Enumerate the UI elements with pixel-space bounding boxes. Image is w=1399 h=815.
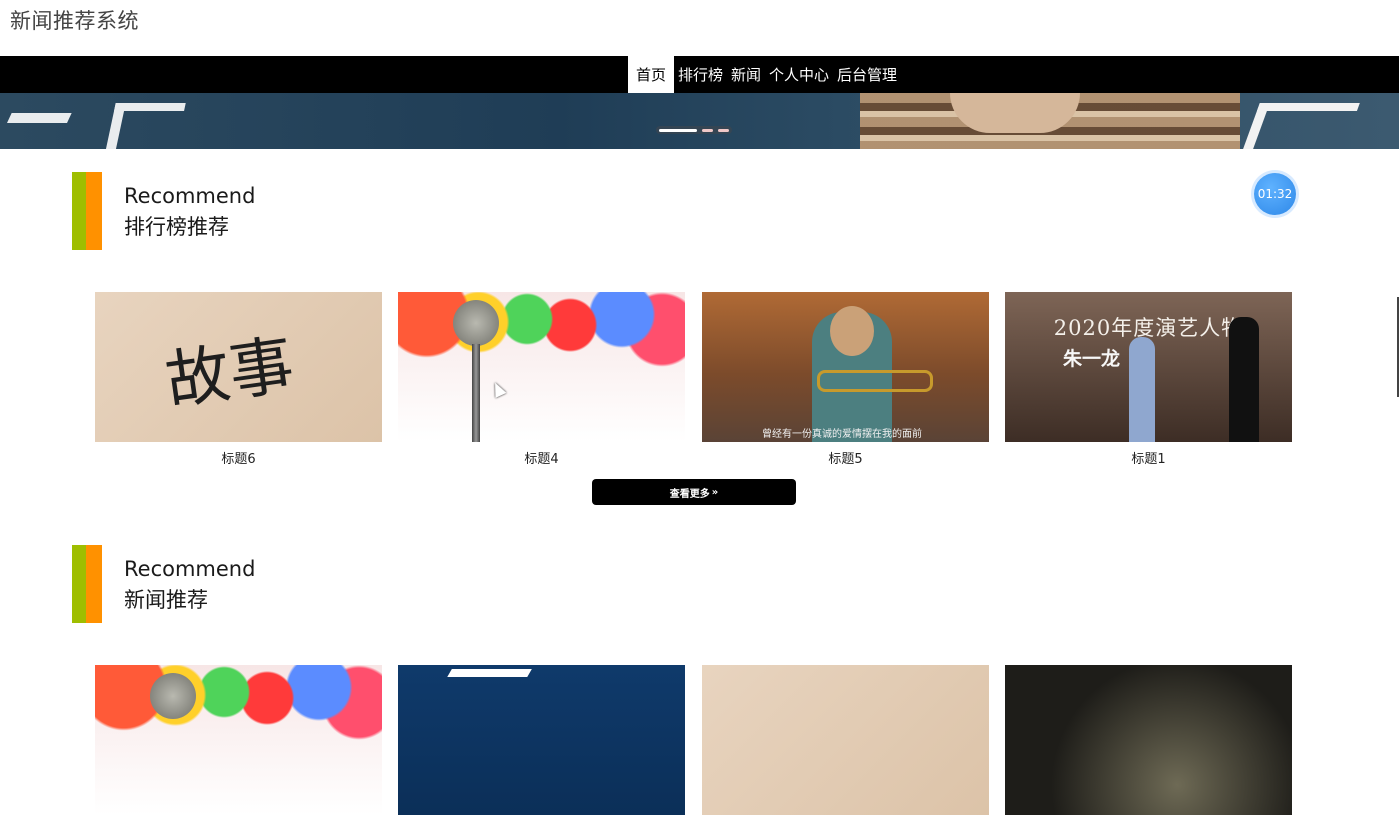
banner-brush-shape (104, 103, 186, 149)
news-card-title[interactable]: 标题5 (702, 448, 989, 467)
main-nav: 首页 排行榜 新闻 个人中心 后台管理 (0, 56, 1399, 93)
carousel-dot-2[interactable] (702, 128, 713, 132)
thumbnail-person (1229, 317, 1259, 442)
thumbnail-glasses (817, 370, 933, 392)
thumbnail-logo-shape (424, 669, 532, 717)
news-thumbnail[interactable]: 曾经有一份真诚的爱情摆在我的面前 (702, 292, 989, 442)
nav-item-ranking[interactable]: 排行榜 (674, 56, 727, 93)
banner-brush-shape (0, 113, 72, 149)
news-card[interactable]: 2020年度演艺人物 朱一龙 标题1 (1005, 292, 1292, 467)
recording-timer[interactable]: 01:32 (1254, 173, 1296, 215)
news-card[interactable]: 故事 标题6 (95, 292, 382, 467)
news-thumbnail[interactable]: 故事 (95, 292, 382, 442)
section-accent-bar (86, 545, 102, 623)
news-thumbnail[interactable] (1005, 665, 1292, 815)
section-accent-bar (72, 172, 86, 250)
news-card[interactable] (95, 665, 382, 815)
news-card[interactable] (702, 665, 989, 815)
section-title-cn: 新闻推荐 (124, 588, 208, 612)
banner-brush-shape (1240, 103, 1360, 149)
news-card[interactable]: 标题4 (398, 292, 685, 467)
carousel-dot-1[interactable] (659, 128, 697, 132)
carousel-dot-3[interactable] (718, 128, 729, 132)
news-thumbnail[interactable] (95, 665, 382, 815)
news-thumbnail[interactable]: 2020年度演艺人物 朱一龙 (1005, 292, 1292, 442)
double-chevron-right-icon: » (711, 486, 719, 498)
section-accent-bar (86, 172, 102, 250)
site-title: 新闻推荐系统 (10, 9, 139, 33)
view-more-button[interactable]: 查看更多 » (592, 479, 796, 505)
microphone-icon (150, 673, 196, 719)
nav-item-admin[interactable]: 后台管理 (833, 56, 901, 93)
microphone-icon (453, 300, 499, 346)
thumbnail-name: 朱一龙 (1063, 348, 1121, 370)
news-card-title[interactable]: 标题6 (95, 448, 382, 467)
thumbnail-subtitle: 曾经有一份真诚的爱情摆在我的面前 (762, 429, 922, 440)
section-header-ranking: Recommend 排行榜推荐 (72, 172, 255, 250)
microphone-stand (472, 344, 480, 442)
nav-item-profile[interactable]: 个人中心 (765, 56, 833, 93)
carousel-indicators (656, 126, 732, 134)
news-thumbnail[interactable] (398, 665, 685, 815)
section-header-news: Recommend 新闻推荐 (72, 545, 255, 623)
news-card-title[interactable]: 标题1 (1005, 448, 1292, 467)
section-accent-bar (72, 545, 86, 623)
thumbnail-person (1129, 337, 1155, 442)
section-title-en: Recommend (124, 557, 256, 581)
news-card[interactable] (1005, 665, 1292, 815)
thumbnail-face (830, 306, 874, 356)
news-card[interactable]: 曾经有一份真诚的爱情摆在我的面前 标题5 (702, 292, 989, 467)
view-more-label: 查看更多 (669, 488, 710, 500)
thumbnail-text: 故事 (161, 328, 299, 420)
news-thumbnail[interactable] (702, 665, 989, 815)
news-card-title[interactable]: 标题4 (398, 448, 685, 467)
news-thumbnail[interactable] (398, 292, 685, 442)
banner-person-face (950, 93, 1080, 133)
nav-item-home[interactable]: 首页 (627, 56, 674, 93)
nav-item-news[interactable]: 新闻 (727, 56, 765, 93)
section-title-cn: 排行榜推荐 (124, 215, 229, 239)
section-title-en: Recommend (124, 184, 256, 208)
hero-banner[interactable] (0, 93, 1399, 149)
news-card[interactable] (398, 665, 685, 815)
